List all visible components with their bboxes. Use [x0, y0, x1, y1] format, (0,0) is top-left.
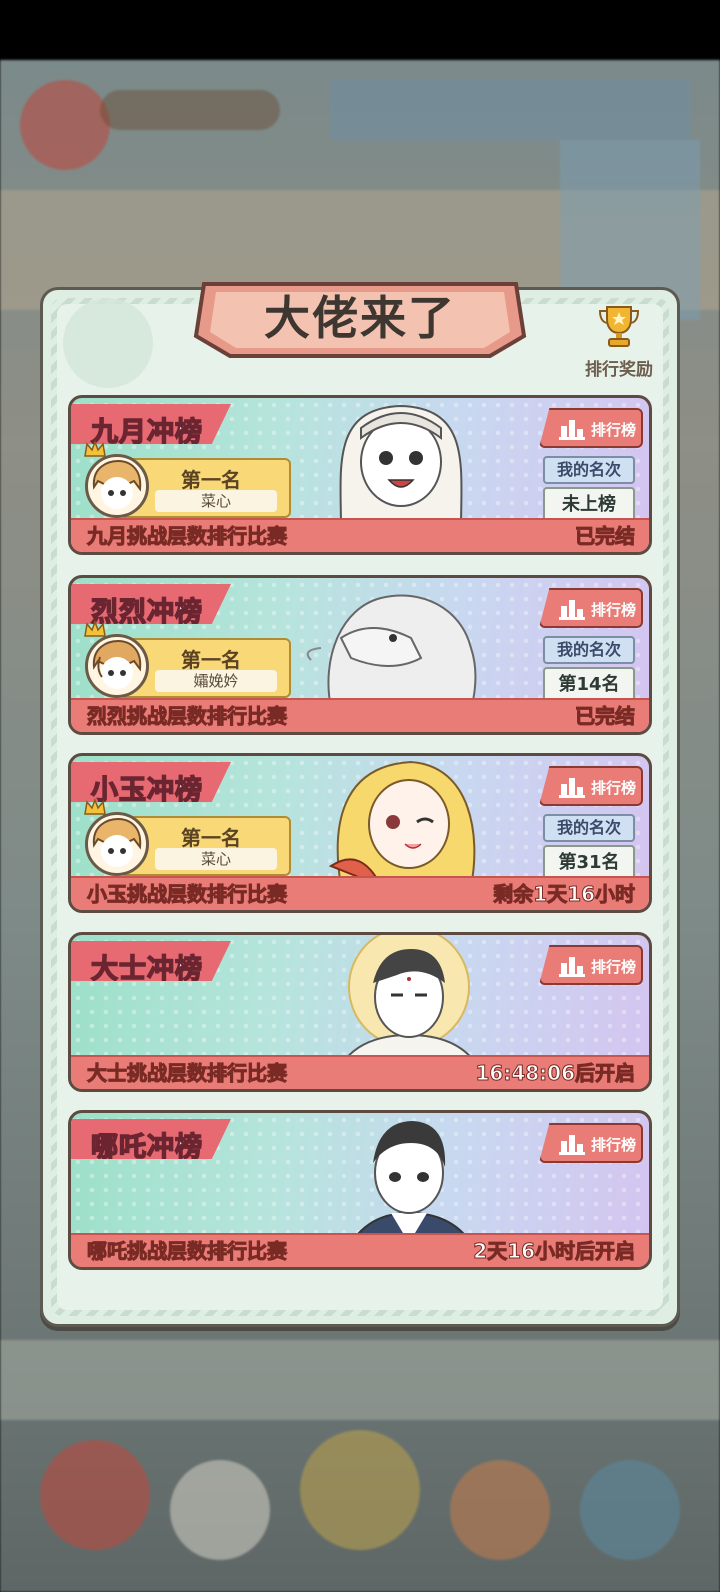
leaderboard-card-xiaoyu[interactable]: 小玉冲榜 排行榜 我的名次 第31名 第一名 菜心 小玉挑战层数排行比赛 剩余1… — [68, 753, 652, 913]
rank-button[interactable]: 排行榜 — [539, 1123, 643, 1163]
champion-avatar — [85, 634, 149, 698]
card-tag-label: 小玉冲榜 — [90, 774, 203, 806]
card-tag: 大士冲榜 — [71, 941, 231, 981]
card-tag: 小玉冲榜 — [71, 762, 231, 802]
competition-name: 小玉挑战层数排行比赛 — [87, 882, 288, 907]
rank-button-label: 排行榜 — [591, 958, 637, 976]
competition-status: 2天16小时后开启 — [473, 1239, 636, 1264]
competition-status: 已完结 — [575, 704, 636, 729]
bar-chart-icon — [559, 778, 585, 798]
champion-name: 孀娩妗 — [155, 670, 277, 692]
trophy-icon — [598, 306, 640, 347]
bar-chart-icon — [559, 1135, 585, 1155]
card-footer: 九月挑战层数排行比赛 已完结 — [71, 518, 649, 552]
rank-button[interactable]: 排行榜 — [539, 945, 643, 985]
card-tag: 哪吒冲榜 — [71, 1119, 231, 1159]
champion-name: 菜心 — [155, 490, 277, 512]
leaderboard-card-jiuyue[interactable]: 九月冲榜 排行榜 我的名次 未上榜 第一名 菜心 九月挑战层数排行比赛 已完结 — [68, 395, 652, 555]
rank-button[interactable]: 排行榜 — [539, 408, 643, 448]
competition-name: 大士挑战层数排行比赛 — [87, 1061, 288, 1086]
card-tag: 烈烈冲榜 — [71, 584, 231, 624]
leaderboard-card-dashi[interactable]: 大士冲榜 排行榜 大士挑战层数排行比赛 16:48:06后开启 — [68, 932, 652, 1092]
champion-title: 第一名 — [181, 468, 241, 492]
bar-chart-icon — [559, 600, 585, 620]
bar-chart-icon — [559, 957, 585, 977]
champion-title: 第一名 — [181, 648, 241, 672]
my-rank-label: 我的名次 — [543, 636, 635, 664]
avatar-face — [92, 639, 142, 689]
competition-status: 剩余1天16小时 — [493, 882, 636, 907]
card-footer: 大士挑战层数排行比赛 16:48:06后开启 — [71, 1055, 649, 1089]
my-rank-label: 我的名次 — [543, 814, 635, 842]
champion-avatar — [85, 454, 149, 518]
champion-avatar — [85, 812, 149, 876]
rank-button-label: 排行榜 — [591, 601, 637, 619]
status-bar — [0, 0, 720, 60]
competition-status: 16:48:06后开启 — [475, 1061, 635, 1086]
card-footer: 哪吒挑战层数排行比赛 2天16小时后开启 — [71, 1233, 649, 1267]
rank-button-label: 排行榜 — [591, 1136, 637, 1154]
character-portrait — [339, 935, 479, 1065]
character-portrait — [339, 404, 463, 528]
card-tag-label: 哪吒冲榜 — [90, 1131, 203, 1163]
champion-box: 第一名 孀娩妗 — [84, 620, 291, 702]
my-rank-box: 我的名次 第14名 — [543, 636, 635, 703]
competition-name: 哪吒挑战层数排行比赛 — [87, 1239, 288, 1264]
card-tag-label: 烈烈冲榜 — [90, 596, 203, 628]
reward-label: 排行奖励 — [585, 360, 653, 380]
reward-button[interactable]: 排行奖励 — [578, 303, 660, 380]
rank-button-label: 排行榜 — [591, 779, 637, 797]
crown-icon — [84, 798, 106, 815]
leaderboard-card-nezha[interactable]: 哪吒冲榜 排行榜 哪吒挑战层数排行比赛 2天16小时后开启 — [68, 1110, 652, 1270]
champion-box: 第一名 菜心 — [84, 440, 291, 522]
card-tag-label: 大士冲榜 — [90, 953, 203, 985]
my-rank-label: 我的名次 — [543, 456, 635, 484]
my-rank-box: 我的名次 第31名 — [543, 814, 635, 881]
champion-name: 菜心 — [155, 848, 277, 870]
decorative-badge — [63, 298, 153, 388]
title-banner: 大佬来了 — [190, 278, 530, 368]
rank-button[interactable]: 排行榜 — [539, 588, 643, 628]
avatar-face — [92, 459, 142, 509]
page-title: 大佬来了 — [264, 291, 456, 345]
card-footer: 小玉挑战层数排行比赛 剩余1天16小时 — [71, 876, 649, 910]
champion-title: 第一名 — [181, 826, 241, 850]
rank-button-label: 排行榜 — [591, 421, 637, 439]
character-portrait — [306, 594, 477, 708]
competition-name: 烈烈挑战层数排行比赛 — [87, 704, 288, 729]
rank-button[interactable]: 排行榜 — [539, 766, 643, 806]
my-rank-box: 我的名次 未上榜 — [543, 456, 635, 523]
character-portrait — [349, 1121, 473, 1243]
avatar-face — [92, 817, 142, 867]
card-tag-label: 九月冲榜 — [90, 416, 203, 448]
character-portrait — [328, 760, 476, 886]
crown-icon — [84, 440, 106, 457]
champion-box: 第一名 菜心 — [84, 798, 291, 880]
bar-chart-icon — [559, 420, 585, 440]
competition-name: 九月挑战层数排行比赛 — [87, 524, 288, 549]
card-tag: 九月冲榜 — [71, 404, 231, 444]
card-footer: 烈烈挑战层数排行比赛 已完结 — [71, 698, 649, 732]
crown-icon — [84, 620, 106, 637]
competition-status: 已完结 — [575, 524, 636, 549]
leaderboard-card-lielie[interactable]: 烈烈冲榜 排行榜 我的名次 第14名 第一名 孀娩妗 烈烈挑战层数排行比赛 已完… — [68, 575, 652, 735]
